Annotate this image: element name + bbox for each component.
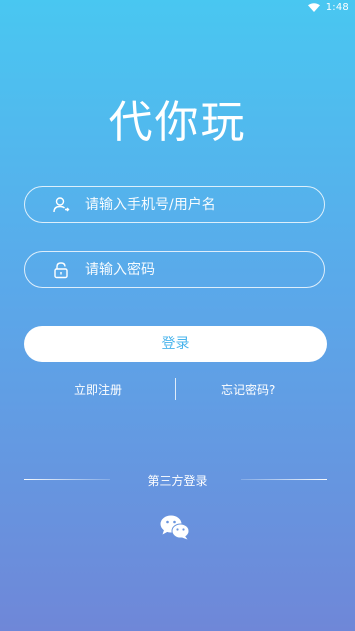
- password-field[interactable]: [24, 251, 325, 288]
- forgot-password-link[interactable]: 忘记密码?: [221, 381, 275, 398]
- status-bar: 1:48: [0, 0, 355, 14]
- user-icon: [51, 195, 71, 215]
- password-input[interactable]: [83, 260, 297, 279]
- third-party-login: 第三方登录: [0, 472, 355, 488]
- app-title: 代你玩: [108, 97, 247, 148]
- links-divider: [175, 378, 176, 400]
- login-button[interactable]: 登录: [24, 326, 327, 362]
- username-field[interactable]: [24, 186, 325, 223]
- lock-icon: [51, 260, 71, 280]
- divider-line-left: [24, 479, 110, 480]
- third-party-label: 第三方登录: [147, 473, 208, 488]
- status-time: 1:48: [325, 1, 349, 13]
- account-links: 立即注册 忘记密码?: [0, 378, 355, 402]
- register-link[interactable]: 立即注册: [74, 381, 122, 398]
- wifi-icon: [307, 2, 320, 12]
- username-input[interactable]: [83, 195, 297, 214]
- divider-line-right: [241, 479, 327, 480]
- wechat-login-icon[interactable]: [160, 514, 190, 540]
